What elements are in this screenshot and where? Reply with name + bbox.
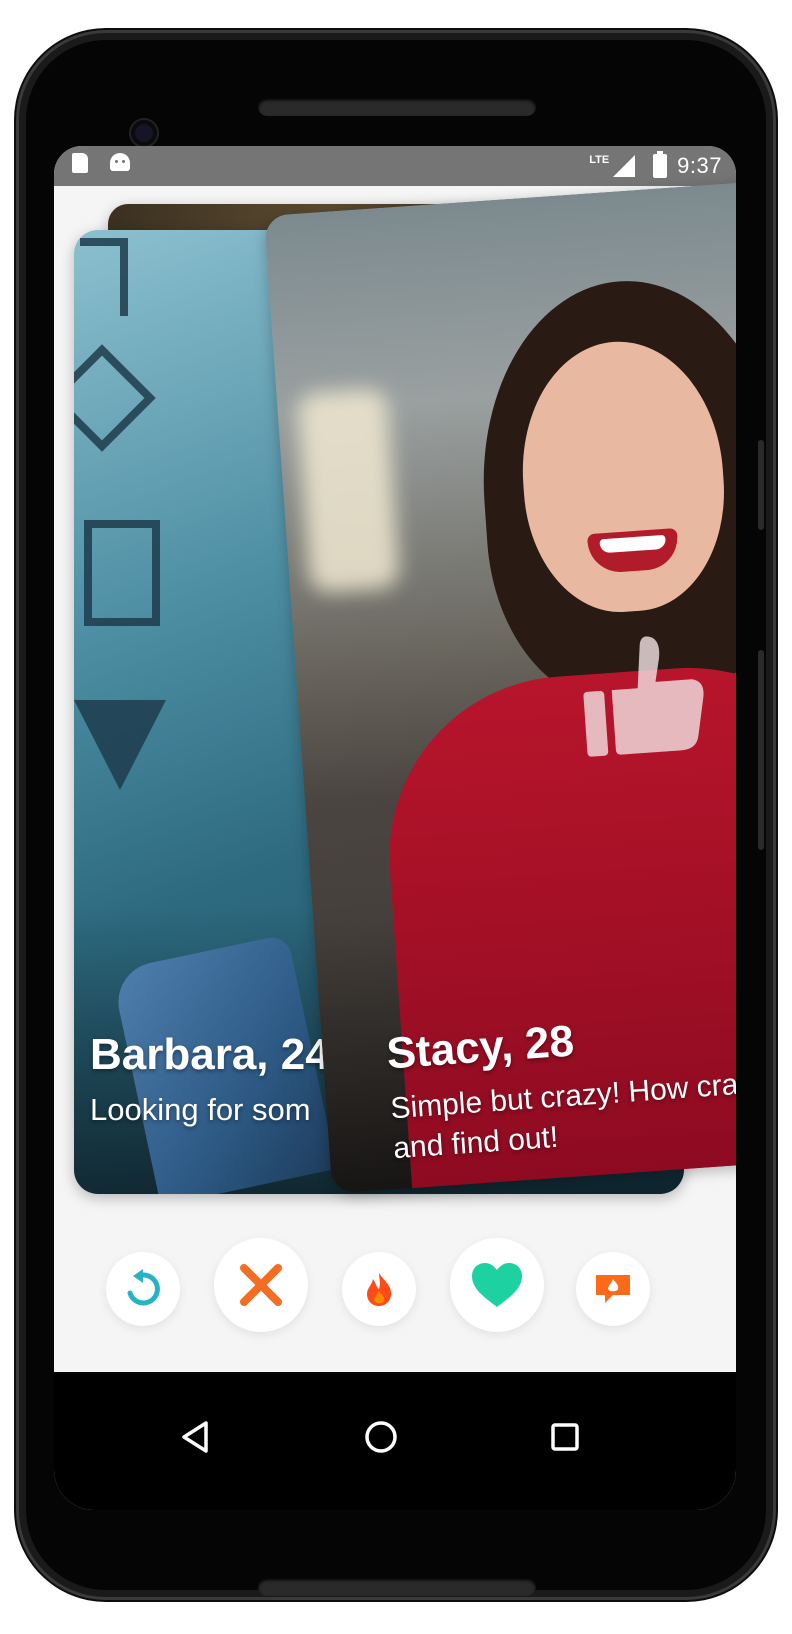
- photo-detail: [84, 520, 160, 626]
- photo-detail: [80, 238, 128, 316]
- thumbs-up-icon: [583, 636, 704, 757]
- navigation-bar: [54, 1372, 736, 1510]
- action-bar: [54, 1232, 736, 1342]
- photo-detail: [74, 344, 156, 452]
- nav-back-button[interactable]: [170, 1412, 220, 1462]
- status-clock: 9:37: [677, 153, 722, 178]
- heart-icon: [472, 1263, 522, 1307]
- status-bar: LTE 9:37: [54, 146, 736, 186]
- profile-bio: Looking for som: [90, 1092, 311, 1127]
- profile-bio-line: and find out!: [392, 1120, 560, 1166]
- back-icon: [182, 1421, 208, 1453]
- nope-button[interactable]: [214, 1238, 308, 1332]
- profile-name: Barbara, 24: [90, 1030, 330, 1079]
- android-debug-icon: [110, 153, 130, 171]
- sd-card-icon: [72, 153, 88, 173]
- photo-background: [296, 387, 401, 594]
- boost-button[interactable]: [576, 1252, 650, 1326]
- flame-icon: [367, 1273, 392, 1306]
- battery-charging-icon: [653, 151, 668, 178]
- profile-card-stacy[interactable]: Stacy, 28 Simple but crazy! How craz and…: [264, 176, 736, 1194]
- app-screen: LTE 9:37 Barbara, 24 Looking for som Sta…: [54, 146, 736, 1510]
- rewind-icon: [127, 1269, 160, 1306]
- close-icon: [240, 1264, 282, 1306]
- power-button: [758, 440, 764, 530]
- nav-home-button[interactable]: [356, 1412, 406, 1462]
- signal-icon: [613, 155, 636, 177]
- super-like-button[interactable]: [342, 1252, 416, 1326]
- bottom-speaker: [258, 1578, 536, 1596]
- recents-icon: [551, 1423, 579, 1451]
- home-icon: [365, 1421, 397, 1453]
- network-type-label: LTE: [589, 154, 610, 166]
- rewind-button[interactable]: [106, 1252, 180, 1326]
- nav-recents-button[interactable]: [540, 1412, 590, 1462]
- volume-button: [758, 650, 764, 850]
- boost-icon: [596, 1275, 630, 1303]
- photo-detail: [74, 700, 166, 790]
- top-speaker: [258, 98, 536, 116]
- like-button[interactable]: [450, 1238, 544, 1332]
- front-camera: [131, 120, 157, 146]
